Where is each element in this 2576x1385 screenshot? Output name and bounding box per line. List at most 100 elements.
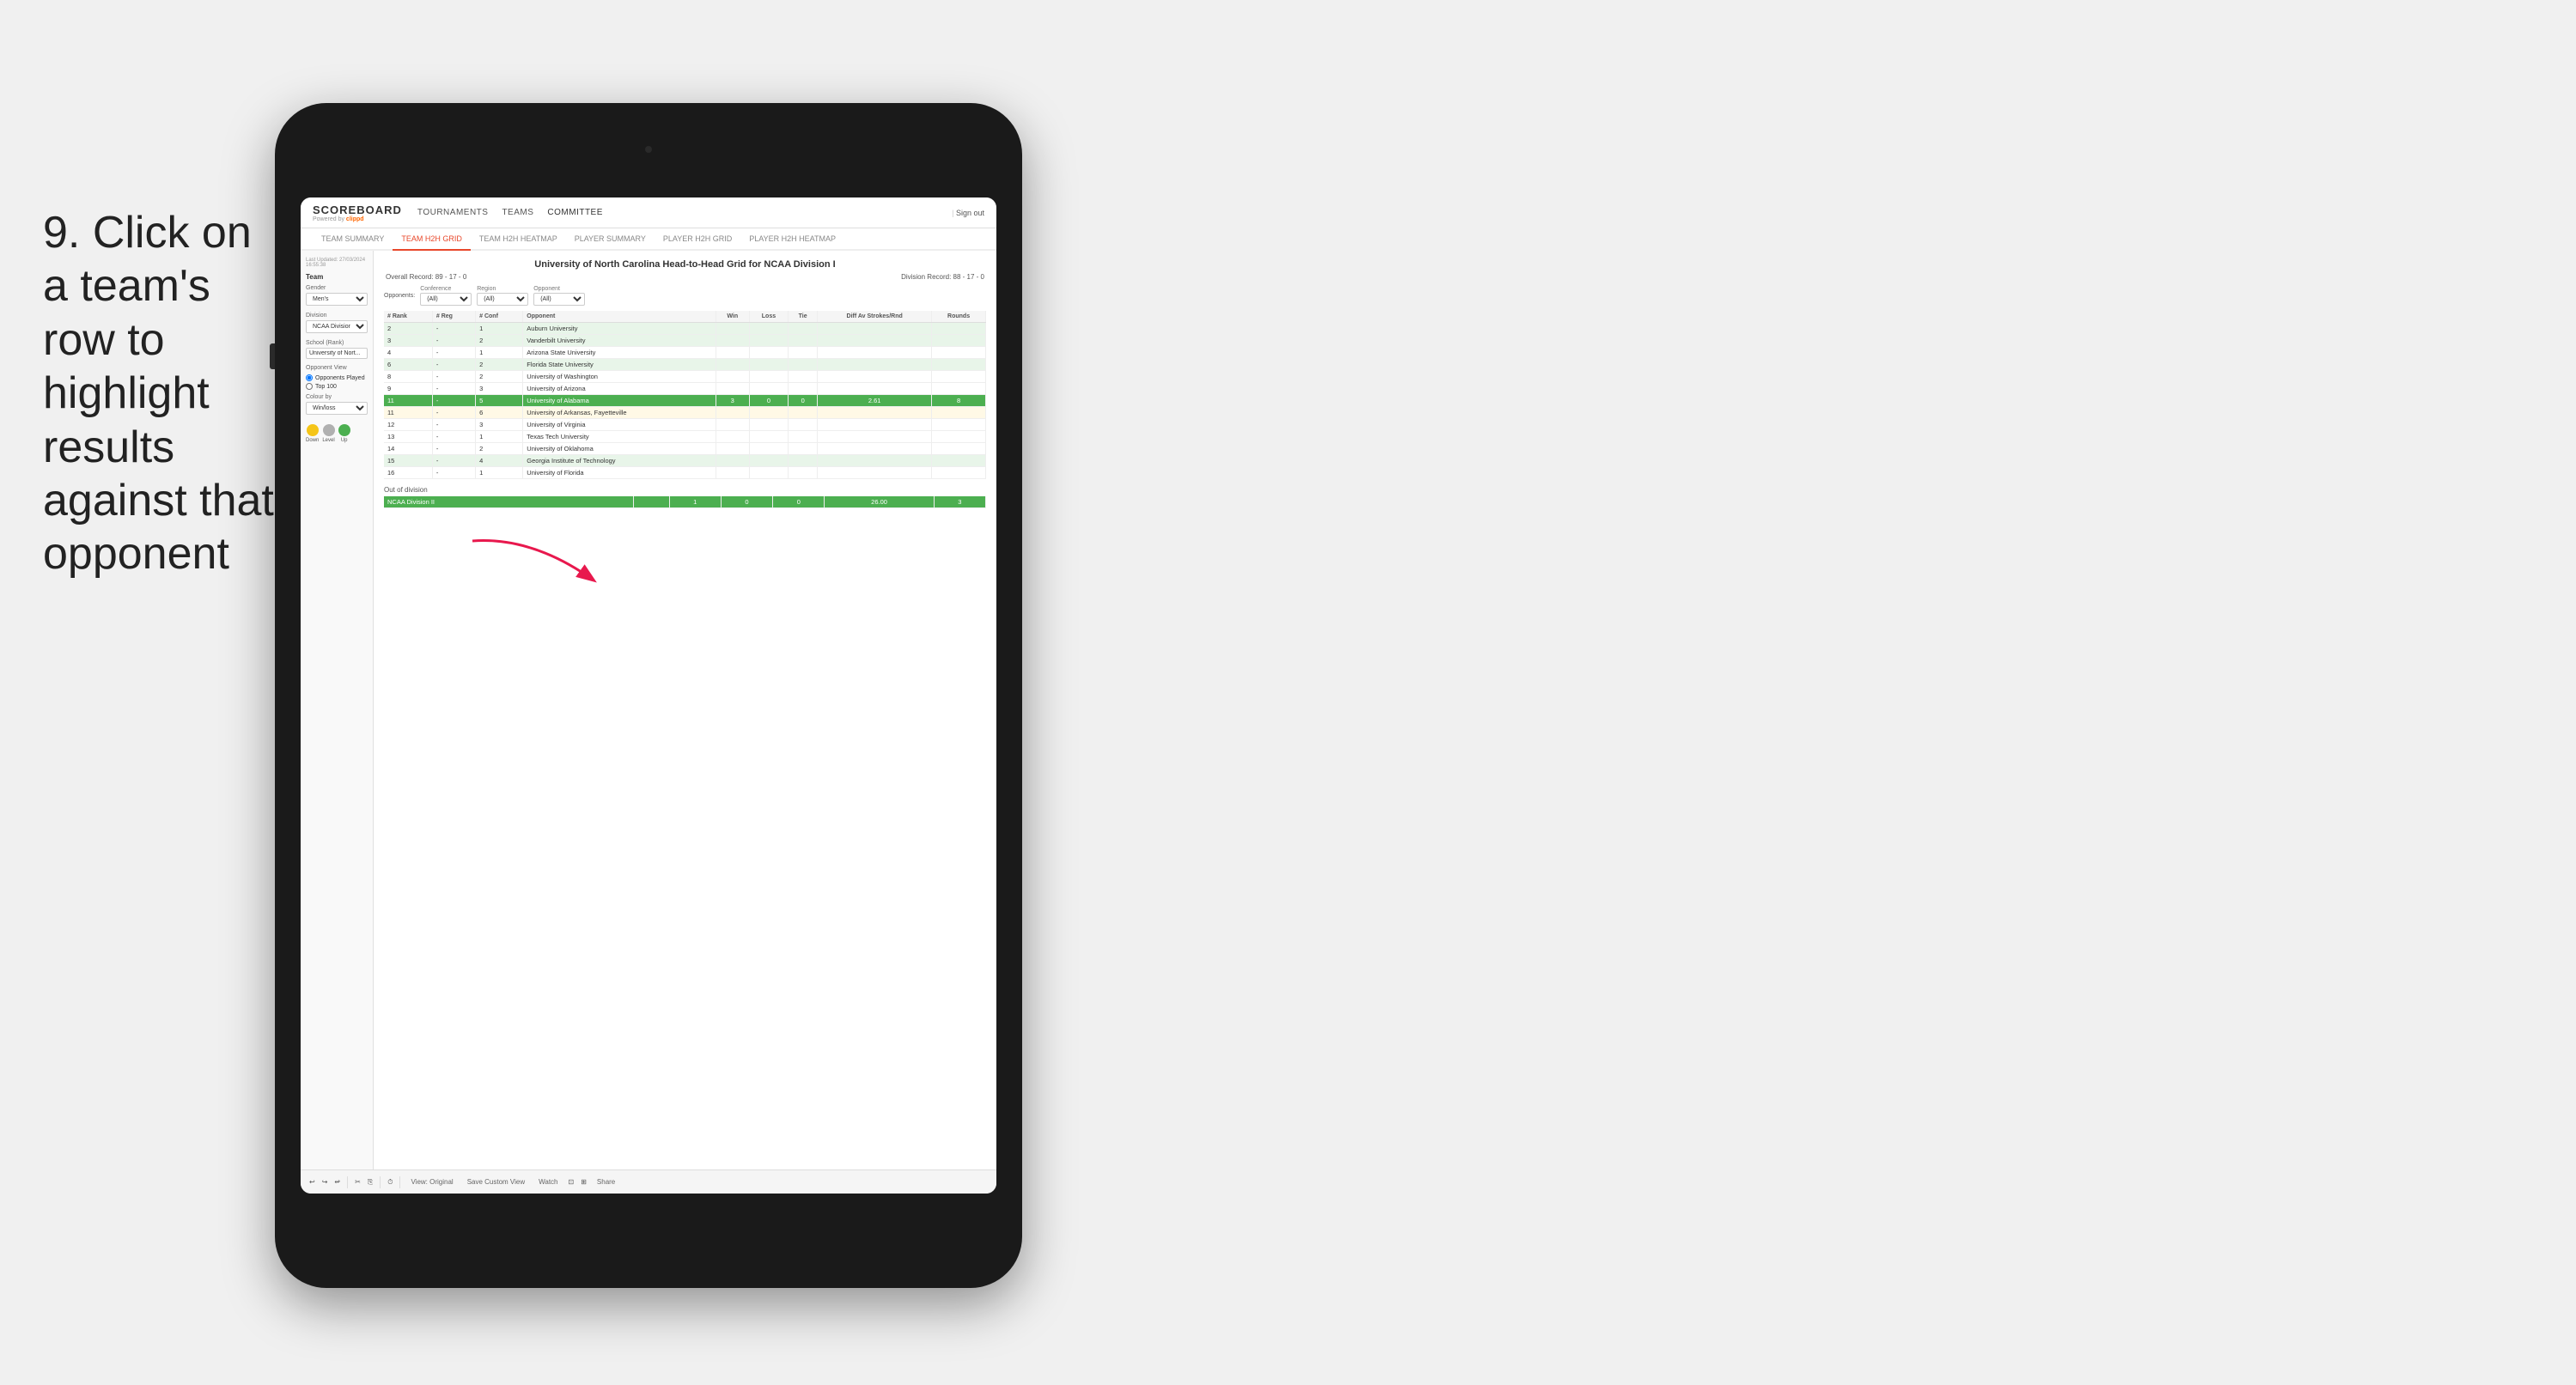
tab-player-summary[interactable]: PLAYER SUMMARY [566, 228, 655, 249]
table-row[interactable]: 13-1Texas Tech University [384, 431, 986, 443]
cell-reg: - [432, 347, 475, 359]
conference-select[interactable]: (All) [420, 293, 472, 306]
cell-rank: 8 [384, 371, 432, 383]
cell-reg: - [432, 359, 475, 371]
cell-opponent: Arizona State University [523, 347, 716, 359]
colour-by-select[interactable]: Win/loss [306, 402, 368, 415]
cell-win [716, 467, 749, 479]
cell-diff [818, 455, 932, 467]
table-row[interactable]: 9-3University of Arizona [384, 383, 986, 395]
conference-label: Conference [420, 286, 472, 292]
cell-opponent: Texas Tech University [523, 431, 716, 443]
nav-tournaments[interactable]: TOURNAMENTS [417, 204, 489, 221]
clock-icon[interactable]: ⏱ [387, 1178, 393, 1187]
opponent-select[interactable]: (All) [533, 293, 585, 306]
table-row[interactable]: 4-1Arizona State University [384, 347, 986, 359]
tab-team-h2h-heatmap[interactable]: TEAM H2H HEATMAP [471, 228, 566, 249]
nav-teams[interactable]: TEAMS [502, 204, 533, 221]
table-row[interactable]: 15-4Georgia Institute of Technology [384, 455, 986, 467]
cell-tie [789, 347, 818, 359]
save-custom-view-btn[interactable]: Save Custom View [464, 1176, 528, 1188]
tab-player-h2h-heatmap[interactable]: PLAYER H2H HEATMAP [740, 228, 844, 249]
tab-team-summary[interactable]: TEAM SUMMARY [313, 228, 393, 249]
table-row[interactable]: 12-3University of Virginia [384, 419, 986, 431]
gender-select[interactable]: Men's [306, 293, 368, 306]
cell-conf: 5 [476, 395, 523, 407]
cell-rank: 15 [384, 455, 432, 467]
cell-rounds [932, 347, 986, 359]
table-row[interactable]: 8-2University of Washington [384, 371, 986, 383]
tab-player-h2h-grid[interactable]: PLAYER H2H GRID [655, 228, 740, 249]
toolbar-icon-2[interactable]: ⊞ [581, 1178, 587, 1186]
undo-icon[interactable]: ↩ [309, 1178, 315, 1186]
back-icon[interactable]: ↫ [334, 1178, 340, 1186]
cell-rounds [932, 359, 986, 371]
radio-opponents-played[interactable]: Opponents Played [306, 374, 368, 381]
cell-rank: 9 [384, 383, 432, 395]
out-of-division-table: NCAA Division II 1 0 0 26.00 3 [384, 496, 986, 508]
cell-opponent: University of Virginia [523, 419, 716, 431]
table-row[interactable]: 2-1Auburn University [384, 323, 986, 335]
right-content: University of North Carolina Head-to-Hea… [374, 251, 996, 1169]
table-row[interactable]: 3-2Vanderbilt University [384, 335, 986, 347]
nav-committee[interactable]: COMMITTEE [547, 204, 603, 221]
table-row[interactable]: 11-5University of Alabama3002.618 [384, 395, 986, 407]
cell-rank: 14 [384, 443, 432, 455]
cut-icon[interactable]: ✂ [355, 1178, 361, 1186]
cell-rank: 13 [384, 431, 432, 443]
cell-diff [818, 407, 932, 419]
col-reg: # Reg [432, 311, 475, 323]
logo-area: SCOREBOARD Powered by clippd [313, 203, 402, 222]
col-tie: Tie [789, 311, 818, 323]
cell-conf: 1 [476, 467, 523, 479]
cell-win [716, 359, 749, 371]
school-input[interactable] [306, 348, 368, 359]
cell-tie [789, 359, 818, 371]
radio-top-100[interactable]: Top 100 [306, 383, 368, 390]
bottom-toolbar: ↩ ↪ ↫ ✂ ⎘ ⏱ View: Original Save Custom V… [301, 1169, 996, 1194]
legend-level: Level [322, 424, 334, 443]
cell-conf: 6 [476, 407, 523, 419]
copy-icon[interactable]: ⎘ [368, 1178, 373, 1187]
share-btn[interactable]: Share [594, 1176, 618, 1188]
tablet-device: SCOREBOARD Powered by clippd TOURNAMENTS… [275, 103, 1022, 1288]
cell-win [716, 407, 749, 419]
cell-conf: 1 [476, 431, 523, 443]
cell-loss [749, 323, 788, 335]
division-select[interactable]: NCAA Division I [306, 320, 368, 333]
cell-diff [818, 443, 932, 455]
cell-loss [749, 431, 788, 443]
sign-out-link[interactable]: Sign out [952, 209, 984, 217]
watch-btn[interactable]: Watch [535, 1176, 561, 1188]
records-row: Overall Record: 89 - 17 - 0 Division Rec… [384, 273, 986, 281]
cell-conf: 1 [476, 347, 523, 359]
toolbar-icon-1[interactable]: ⊡ [569, 1178, 575, 1186]
cell-reg: - [432, 419, 475, 431]
redo-icon[interactable]: ↪ [322, 1178, 328, 1186]
table-row[interactable]: 16-1University of Florida [384, 467, 986, 479]
col-opponent: Opponent [523, 311, 716, 323]
od-win: 1 [669, 496, 721, 508]
cell-diff: 2.61 [818, 395, 932, 407]
cell-reg: - [432, 335, 475, 347]
table-row[interactable]: 14-2University of Oklahoma [384, 443, 986, 455]
od-tie: 0 [773, 496, 825, 508]
out-of-division-row[interactable]: NCAA Division II 1 0 0 26.00 3 [384, 496, 986, 508]
cell-opponent: University of Arizona [523, 383, 716, 395]
tab-team-h2h-grid[interactable]: TEAM H2H GRID [393, 228, 471, 251]
cell-opponent: University of Florida [523, 467, 716, 479]
gender-label: Gender [306, 285, 368, 291]
cell-conf: 3 [476, 419, 523, 431]
cell-win [716, 443, 749, 455]
cell-loss [749, 467, 788, 479]
cell-win [716, 335, 749, 347]
division-record: Division Record: 88 - 17 - 0 [901, 273, 984, 281]
tablet-screen: SCOREBOARD Powered by clippd TOURNAMENTS… [301, 197, 996, 1194]
out-of-division-label: Out of division [384, 486, 986, 494]
table-row[interactable]: 6-2Florida State University [384, 359, 986, 371]
table-row[interactable]: 11-6University of Arkansas, Fayetteville [384, 407, 986, 419]
region-select[interactable]: (All) [477, 293, 528, 306]
col-loss: Loss [749, 311, 788, 323]
view-original-btn[interactable]: View: Original [407, 1176, 456, 1188]
cell-rounds [932, 407, 986, 419]
